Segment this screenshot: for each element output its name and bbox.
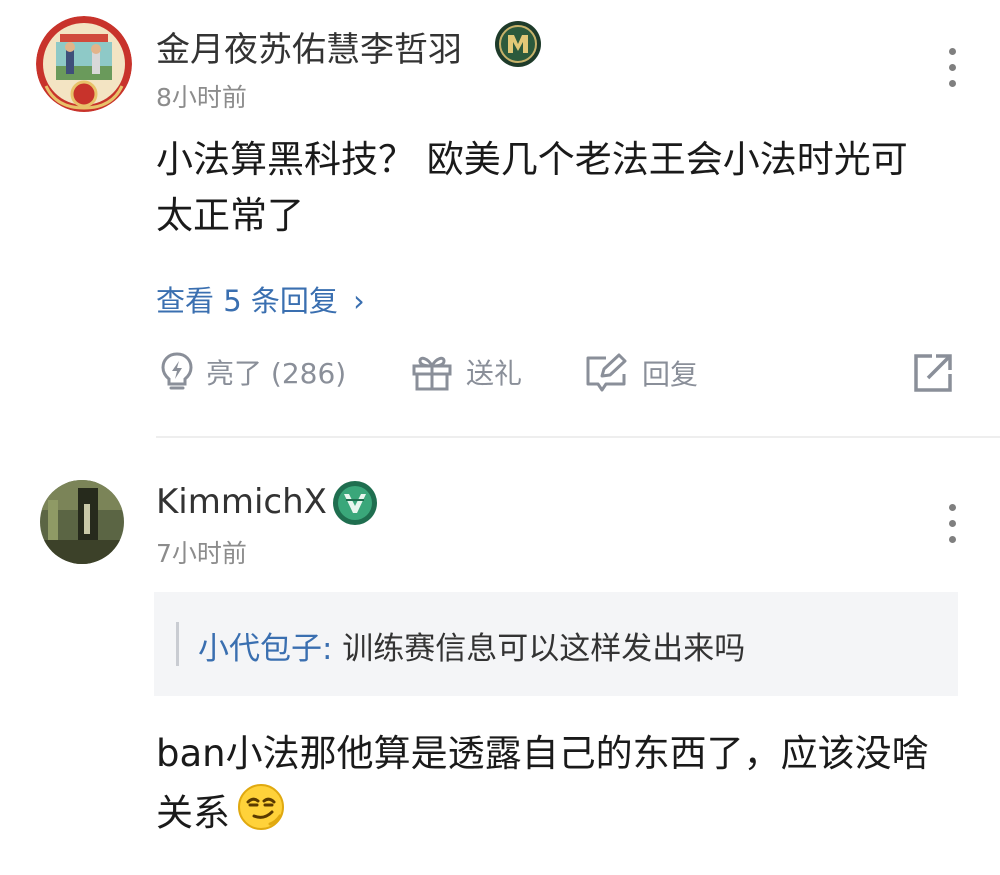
comment-time: 7小时前 [156, 539, 247, 568]
comment-content: 小法算黑科技？ 欧美几个老法王会小法时光可太正常了 [156, 138, 908, 237]
username[interactable]: KimmichX [156, 482, 327, 522]
quote-text: 小代包子: 训练赛信息可以这样发出来吗 [198, 623, 745, 668]
smirk-emoji-icon [236, 782, 286, 848]
like-button[interactable]: 亮了 (286) [160, 352, 346, 392]
lightbulb-icon [161, 352, 193, 390]
more-options-icon[interactable] [946, 48, 958, 87]
quote-bar [176, 622, 179, 666]
team-badge-icon [494, 20, 542, 68]
avatar[interactable] [40, 480, 124, 564]
gift-label: 送礼 [466, 357, 523, 390]
reply-label: 回复 [642, 358, 699, 391]
view-replies-link[interactable]: 查看 5 条回复 › [156, 278, 365, 320]
comment-time: 8小时前 [156, 83, 247, 112]
comment-item: KimmichX 7小时前 小代包子: 训练赛信息可以这样发出来吗 ban小法那… [0, 440, 1000, 875]
quoted-reply: 小代包子: 训练赛信息可以这样发出来吗 [154, 592, 958, 696]
username[interactable]: 金月夜苏佑慧李哲羽 [156, 22, 462, 71]
gift-button[interactable]: 送礼 [410, 352, 522, 392]
chevron-right-icon: › [353, 284, 365, 318]
comment-divider [156, 436, 1000, 438]
comment-content: ban小法那他算是透露自己的东西了，应该没啥关系 [156, 726, 956, 848]
share-icon[interactable] [912, 352, 954, 394]
reply-button[interactable]: 回复 [584, 352, 698, 394]
shield-badge-icon [332, 480, 378, 526]
edit-reply-icon [586, 353, 627, 392]
view-replies-label: 查看 5 条回复 [156, 284, 338, 318]
comment-item: 金月夜苏佑慧李哲羽 8小时前 小法算黑科技？ 欧美几个老法王会小法时光可太正常了… [0, 0, 1000, 438]
more-options-icon[interactable] [946, 504, 958, 543]
like-label: 亮了 (286) [206, 357, 347, 390]
quote-author[interactable]: 小代包子: [198, 631, 332, 667]
gift-icon [412, 356, 452, 391]
quote-body: 训练赛信息可以这样发出来吗 [332, 631, 746, 667]
avatar[interactable] [36, 16, 132, 112]
